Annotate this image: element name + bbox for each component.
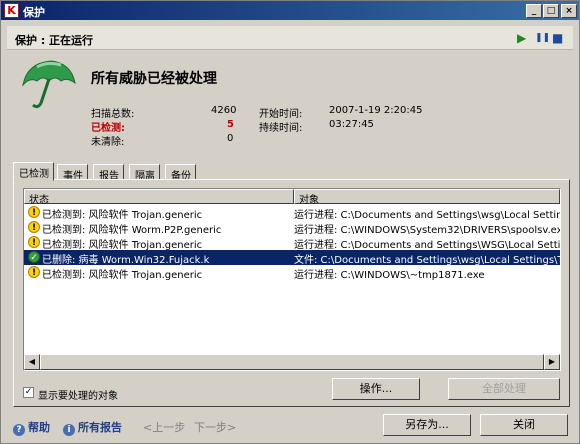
umbrella-protection-icon xyxy=(22,60,76,109)
info-icon: i xyxy=(63,424,75,436)
duration-label: 持续时间: xyxy=(259,123,303,134)
tab-quarantine[interactable]: 隔离 xyxy=(129,164,160,182)
table-row[interactable]: ! 已检测到: 风险软件 Trojan.generic 运行进程: C:\Doc… xyxy=(24,205,560,220)
check-icon: ✓ xyxy=(28,251,40,263)
scroll-right-button[interactable]: ▶ xyxy=(544,354,560,370)
warning-icon: ! xyxy=(28,236,40,248)
row-status: 已删除: 病毒 Worm.Win32.Fujack.k xyxy=(42,255,210,265)
start-time-label: 开始时间: xyxy=(259,109,303,120)
start-time-value: 2007-1-19 2:20:45 xyxy=(329,105,423,116)
title-bar[interactable]: K 保护 _ □ × xyxy=(1,1,579,20)
next-button[interactable]: 下一步> xyxy=(194,419,236,435)
scanned-value: 4260 xyxy=(211,105,237,116)
kaspersky-logo-icon: K xyxy=(4,3,19,18)
help-icon: ? xyxy=(13,424,25,436)
tab-backup[interactable]: 备份 xyxy=(165,164,196,182)
row-object: 运行进程: C:\Documents and Settings\wsg\Loca… xyxy=(294,210,560,220)
scroll-left-button[interactable]: ◀ xyxy=(24,354,40,370)
save-as-button[interactable]: 另存为... xyxy=(383,414,471,436)
row-object: 运行进程: C:\Documents and Settings\WSG\Loca… xyxy=(294,240,560,250)
tab-detected[interactable]: 已检测 xyxy=(13,162,54,181)
close-button[interactable]: 关闭 xyxy=(480,414,568,436)
row-status: 已检测到: 风险软件 Worm.P2P.generic xyxy=(42,225,222,235)
warning-icon: ! xyxy=(28,221,40,233)
window-title: 保护 xyxy=(23,6,45,19)
column-object[interactable]: 对象 xyxy=(294,189,560,206)
minimize-button[interactable]: _ xyxy=(526,4,542,18)
help-label: 帮助 xyxy=(28,421,50,434)
table-row[interactable]: ! 已检测到: 风险软件 Trojan.generic 运行进程: C:\WIN… xyxy=(24,265,560,280)
show-objects-label: 显示要处理的对象 xyxy=(38,391,118,402)
all-reports-link[interactable]: i 所有报告 xyxy=(63,419,122,436)
row-object: 运行进程: C:\WINDOWS\System32\DRIVERS\spools… xyxy=(294,225,560,235)
maximize-button[interactable]: □ xyxy=(543,4,559,18)
threat-status-headline: 所有威胁已经被处理 xyxy=(91,71,217,87)
table-row[interactable]: ! 已检测到: 风险软件 Worm.P2P.generic 运行进程: C:\W… xyxy=(24,220,560,235)
back-button[interactable]: <上一步 xyxy=(143,419,185,435)
row-status: 已检测到: 风险软件 Trojan.generic xyxy=(42,240,203,250)
table-row[interactable]: ! 已检测到: 风险软件 Trojan.generic 运行进程: C:\Doc… xyxy=(24,235,560,250)
protection-status-label: 保护 : 正在运行 xyxy=(15,34,94,47)
pause-icon[interactable]: ❚❚ xyxy=(535,31,550,45)
all-reports-label: 所有报告 xyxy=(78,421,122,434)
warning-icon: ! xyxy=(28,266,40,278)
column-status[interactable]: 状态 xyxy=(24,189,294,206)
tab-events[interactable]: 事件 xyxy=(57,164,88,182)
action-button[interactable]: 操作... xyxy=(332,378,420,400)
row-object: 文件: C:\Documents and Settings\wsg\Local … xyxy=(294,255,560,265)
list-header: 状态 对象 xyxy=(24,189,560,206)
process-all-button[interactable]: 全部处理 xyxy=(448,378,560,400)
warning-icon: ! xyxy=(28,206,40,218)
show-objects-checkbox[interactable]: ✓ xyxy=(23,387,34,398)
main-window: K 保护 _ □ × 保护 : 正在运行 ▶ ❚❚ ■ 所有威胁已经被处理 扫描… xyxy=(0,0,580,444)
duration-value: 03:27:45 xyxy=(329,119,374,130)
tab-reports[interactable]: 报告 xyxy=(93,164,124,182)
help-link[interactable]: ? 帮助 xyxy=(13,419,50,436)
play-icon[interactable]: ▶ xyxy=(517,31,526,45)
detected-value: 5 xyxy=(227,119,234,130)
scanned-label: 扫描总数: xyxy=(91,109,135,120)
row-status: 已检测到: 风险软件 Trojan.generic xyxy=(42,270,203,280)
table-row-selected[interactable]: ✓ 已删除: 病毒 Worm.Win32.Fujack.k 文件: C:\Doc… xyxy=(24,250,560,265)
row-object: 运行进程: C:\WINDOWS\~tmp1871.exe xyxy=(294,270,485,280)
horizontal-scrollbar[interactable]: ◀ ▶ xyxy=(24,354,560,370)
unhandled-value: 0 xyxy=(227,133,234,144)
detected-objects-list[interactable]: 状态 对象 ! 已检测到: 风险软件 Trojan.generic 运行进程: … xyxy=(23,188,561,371)
detected-label: 已检测: xyxy=(91,123,125,134)
protection-status-bar: 保护 : 正在运行 ▶ ❚❚ ■ xyxy=(7,26,573,50)
close-window-button[interactable]: × xyxy=(561,4,577,18)
stop-icon[interactable]: ■ xyxy=(552,31,563,45)
scrollbar-thumb[interactable] xyxy=(40,354,544,370)
unhandled-label: 未清除: xyxy=(91,137,125,148)
detected-panel: 状态 对象 ! 已检测到: 风险软件 Trojan.generic 运行进程: … xyxy=(13,179,570,407)
row-status: 已检测到: 风险软件 Trojan.generic xyxy=(42,210,203,220)
